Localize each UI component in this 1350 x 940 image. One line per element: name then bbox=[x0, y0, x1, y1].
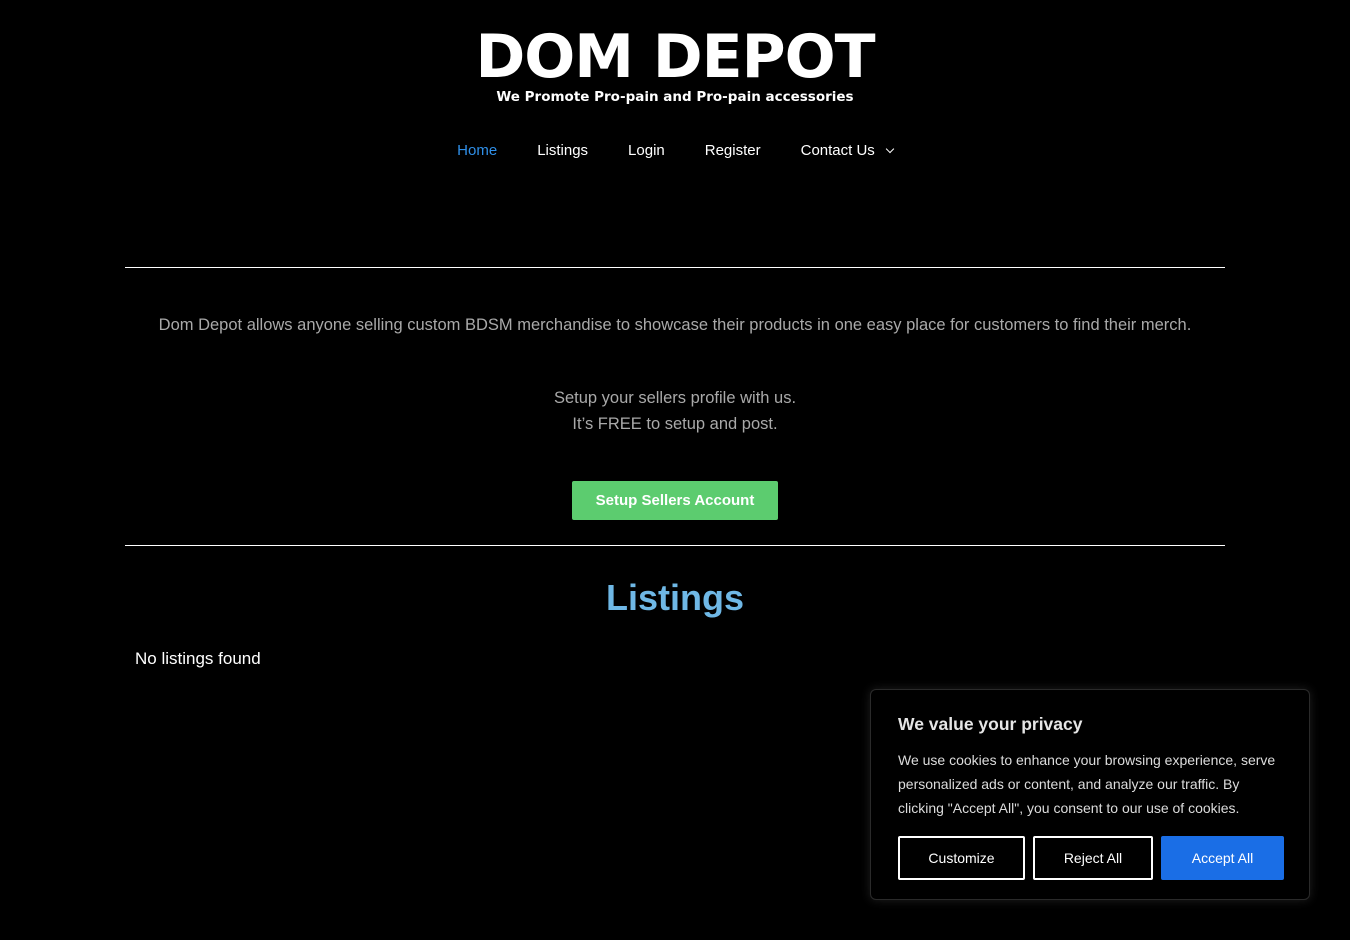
no-listings-message: No listings found bbox=[135, 649, 261, 668]
cookie-consent-banner: We value your privacy We use cookies to … bbox=[870, 689, 1310, 900]
chevron-down-icon bbox=[885, 144, 895, 154]
customize-button[interactable]: Customize bbox=[898, 836, 1025, 880]
nav-listings[interactable]: Listings bbox=[517, 140, 608, 162]
divider-bottom bbox=[125, 545, 1225, 546]
divider-top bbox=[125, 267, 1225, 268]
nav-login[interactable]: Login bbox=[608, 140, 685, 162]
main-nav: Home Listings Login Register Contact Us bbox=[0, 140, 1350, 162]
site-logo[interactable]: DOM DEPOT We Promote Pro-pain and Pro-pa… bbox=[0, 26, 1350, 105]
nav-register-label: Register bbox=[704, 142, 761, 159]
nav-home-label: Home bbox=[457, 142, 498, 159]
setup-line-1: Setup your sellers profile with us. bbox=[553, 389, 797, 407]
cookie-title: We value your privacy bbox=[898, 714, 1083, 734]
logo-title: DOM DEPOT bbox=[475, 22, 875, 92]
nav-home[interactable]: Home bbox=[437, 140, 517, 162]
intro-text: Dom Depot allows anyone selling custom B… bbox=[158, 316, 1192, 334]
logo-tagline: We Promote Pro-pain and Pro-pain accesso… bbox=[496, 89, 854, 105]
setup-sellers-account-button[interactable]: Setup Sellers Account bbox=[572, 481, 778, 520]
nav-contact-us-label: Contact Us bbox=[800, 142, 875, 159]
nav-register[interactable]: Register bbox=[685, 140, 781, 162]
nav-login-label: Login bbox=[628, 142, 665, 159]
nav-contact-us[interactable]: Contact Us bbox=[781, 140, 913, 162]
cookie-text: We use cookies to enhance your browsing … bbox=[898, 752, 1276, 816]
listings-title: Listings bbox=[605, 577, 744, 618]
page: DOM DEPOT We Promote Pro-pain and Pro-pa… bbox=[0, 0, 1350, 940]
setup-text: Setup your sellers profile with us. It’s… bbox=[0, 385, 1350, 437]
accept-all-button[interactable]: Accept All bbox=[1161, 836, 1284, 880]
setup-line-2: It’s FREE to setup and post. bbox=[572, 415, 778, 433]
reject-all-button[interactable]: Reject All bbox=[1033, 836, 1153, 880]
nav-listings-label: Listings bbox=[537, 142, 589, 159]
